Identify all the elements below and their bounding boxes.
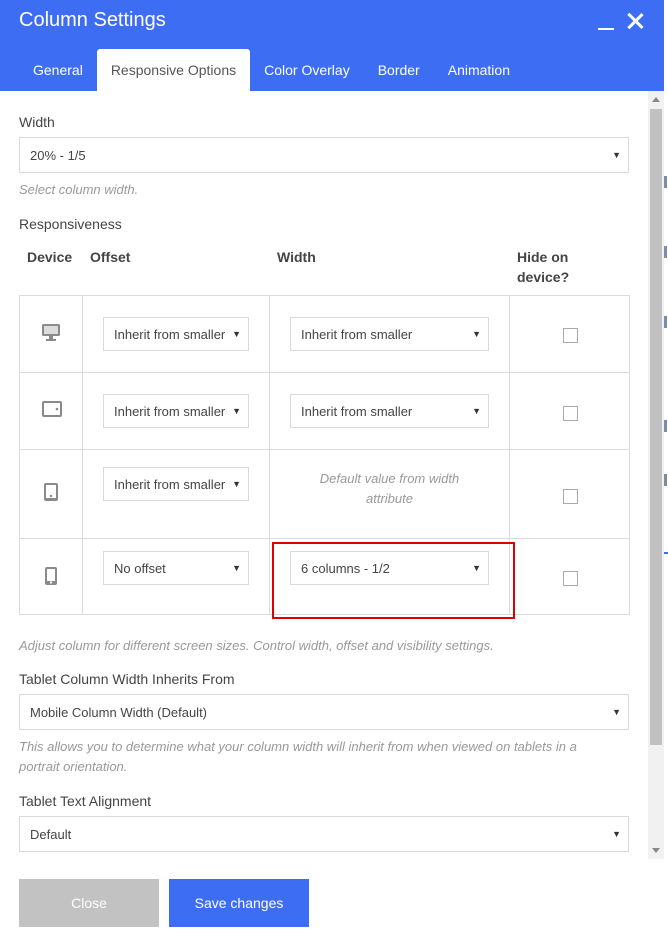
dialog-header: Column Settings General Responsive Optio…	[0, 0, 664, 91]
tab-bar: General Responsive Options Color Overlay…	[19, 49, 524, 91]
tablet-align-label: Tablet Text Alignment	[19, 793, 152, 809]
scrollbar-thumb[interactable]	[650, 109, 662, 745]
width-select-tablet-landscape[interactable]: Inherit from smaller ▼	[290, 394, 489, 428]
width-select-value: Inherit from smaller	[301, 403, 413, 419]
save-changes-button[interactable]: Save changes	[169, 879, 309, 927]
col-header-offset: Offset	[90, 249, 131, 265]
offset-select-tablet-portrait[interactable]: Inherit from smaller ▼	[103, 467, 249, 501]
tab-responsive-options[interactable]: Responsive Options	[96, 49, 251, 91]
hide-tablet-landscape-checkbox[interactable]	[563, 406, 578, 421]
dialog-body: Width 20% - 1/5 ▼ Select column width. R…	[0, 91, 648, 859]
default-note-line1: Default value from width	[319, 471, 460, 486]
table-divider	[82, 296, 83, 614]
offset-select-desktop[interactable]: Inherit from smaller ▼	[103, 317, 249, 351]
scrollbar[interactable]	[648, 91, 664, 859]
tab-border[interactable]: Border	[364, 49, 434, 91]
col-header-hide-line2: device?	[517, 269, 570, 285]
desktop-icon	[42, 324, 60, 341]
hide-desktop-checkbox[interactable]	[563, 328, 578, 343]
minimize-icon[interactable]	[598, 8, 614, 34]
scroll-down-icon[interactable]	[652, 848, 660, 853]
width-select-value: 20% - 1/5	[30, 147, 86, 163]
col-header-device: Device	[27, 249, 73, 265]
tablet-inherit-help-line1: This allows you to determine what your c…	[19, 739, 577, 754]
highlight-box	[272, 542, 515, 619]
chevron-down-icon: ▼	[229, 329, 241, 339]
tab-color-overlay[interactable]: Color Overlay	[250, 49, 364, 91]
tablet-inherit-select[interactable]: Mobile Column Width (Default) ▼	[19, 694, 629, 730]
width-help: Select column width.	[19, 182, 139, 197]
table-divider	[20, 449, 629, 450]
chevron-down-icon: ▼	[609, 150, 621, 160]
tablet-portrait-icon	[44, 483, 58, 501]
header-controls	[598, 8, 644, 34]
tablet-align-select[interactable]: Default ▼	[19, 816, 629, 852]
hide-tablet-portrait-checkbox[interactable]	[563, 489, 578, 504]
width-select[interactable]: 20% - 1/5 ▼	[19, 137, 629, 173]
chevron-down-icon: ▼	[229, 406, 241, 416]
dialog-title: Column Settings	[19, 9, 166, 31]
width-select-desktop[interactable]: Inherit from smaller ▼	[290, 317, 489, 351]
col-header-width: Width	[277, 249, 316, 265]
table-divider	[20, 538, 629, 539]
tablet-inherit-label: Tablet Column Width Inherits From	[19, 671, 235, 687]
offset-select-tablet-landscape[interactable]: Inherit from smaller ▼	[103, 394, 249, 428]
default-note-line2: attribute	[366, 491, 413, 506]
tablet-inherit-value: Mobile Column Width (Default)	[30, 704, 208, 720]
mobile-icon	[45, 567, 57, 585]
offset-select-mobile[interactable]: No offset ▼	[103, 551, 249, 585]
width-default-note: Default value from width attribute	[290, 469, 489, 509]
column-settings-dialog: Column Settings General Responsive Optio…	[0, 0, 664, 940]
table-divider	[269, 296, 270, 614]
offset-select-value: Inherit from smaller	[114, 476, 226, 492]
tablet-inherit-help-line2: portrait orientation.	[19, 759, 128, 774]
chevron-down-icon: ▼	[229, 563, 241, 573]
tab-animation[interactable]: Animation	[434, 49, 524, 91]
table-divider	[20, 372, 629, 373]
tablet-align-value: Default	[30, 826, 72, 842]
chevron-down-icon: ▼	[469, 406, 481, 416]
offset-select-value: Inherit from smaller	[114, 326, 226, 342]
close-button[interactable]: Close	[19, 879, 159, 927]
width-label: Width	[19, 114, 55, 130]
hide-mobile-checkbox[interactable]	[563, 571, 578, 586]
offset-select-value: Inherit from smaller	[114, 403, 226, 419]
chevron-down-icon: ▼	[609, 707, 621, 717]
tab-general[interactable]: General	[19, 49, 97, 91]
tablet-landscape-icon	[42, 401, 62, 417]
col-header-hide-line1: Hide on	[517, 249, 569, 265]
close-icon[interactable]	[626, 8, 644, 34]
scroll-up-icon[interactable]	[652, 97, 660, 102]
chevron-down-icon: ▼	[609, 829, 621, 839]
chevron-down-icon: ▼	[469, 329, 481, 339]
responsiveness-label: Responsiveness	[19, 216, 122, 232]
chevron-down-icon: ▼	[229, 479, 241, 489]
offset-select-value: No offset	[114, 560, 166, 576]
responsiveness-help: Adjust column for different screen sizes…	[19, 638, 494, 653]
width-select-value: Inherit from smaller	[301, 326, 413, 342]
dialog-footer: Close Save changes	[0, 859, 664, 940]
